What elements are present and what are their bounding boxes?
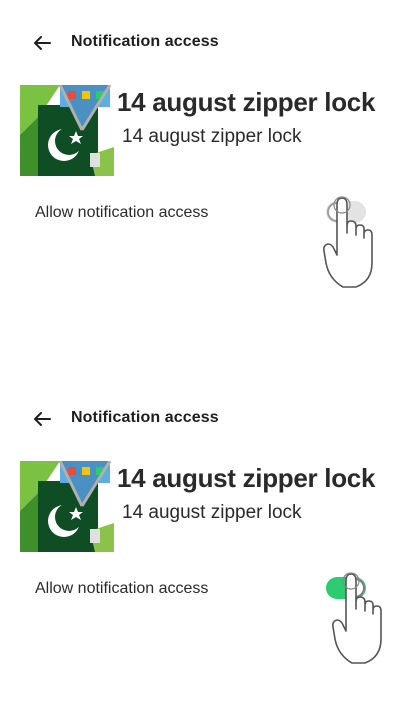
page-title: Notification access xyxy=(71,33,219,50)
app-thumbnail xyxy=(20,85,114,176)
permission-label: Allow notification access xyxy=(35,580,209,597)
app-name-large: 14 august zipper lock xyxy=(117,463,376,493)
screen-toggle-on: Notification access 14 august zipper loc… xyxy=(0,376,400,706)
arrow-left-icon xyxy=(34,36,51,50)
notification-access-toggle[interactable] xyxy=(326,201,366,223)
screen-toggle-off: Notification access 14 august zipper loc… xyxy=(0,0,400,330)
toggle-knob xyxy=(345,578,365,598)
toggle-knob xyxy=(327,202,347,222)
app-name-large: 14 august zipper lock xyxy=(117,87,376,117)
notification-access-toggle[interactable] xyxy=(326,577,366,599)
permission-label: Allow notification access xyxy=(35,204,209,221)
arrow-left-icon xyxy=(34,412,51,426)
page-title: Notification access xyxy=(71,409,219,426)
back-button[interactable] xyxy=(30,31,54,55)
app-name: 14 august zipper lock xyxy=(122,502,302,523)
app-name: 14 august zipper lock xyxy=(122,126,302,147)
back-button[interactable] xyxy=(30,407,54,431)
app-thumbnail xyxy=(20,461,114,552)
